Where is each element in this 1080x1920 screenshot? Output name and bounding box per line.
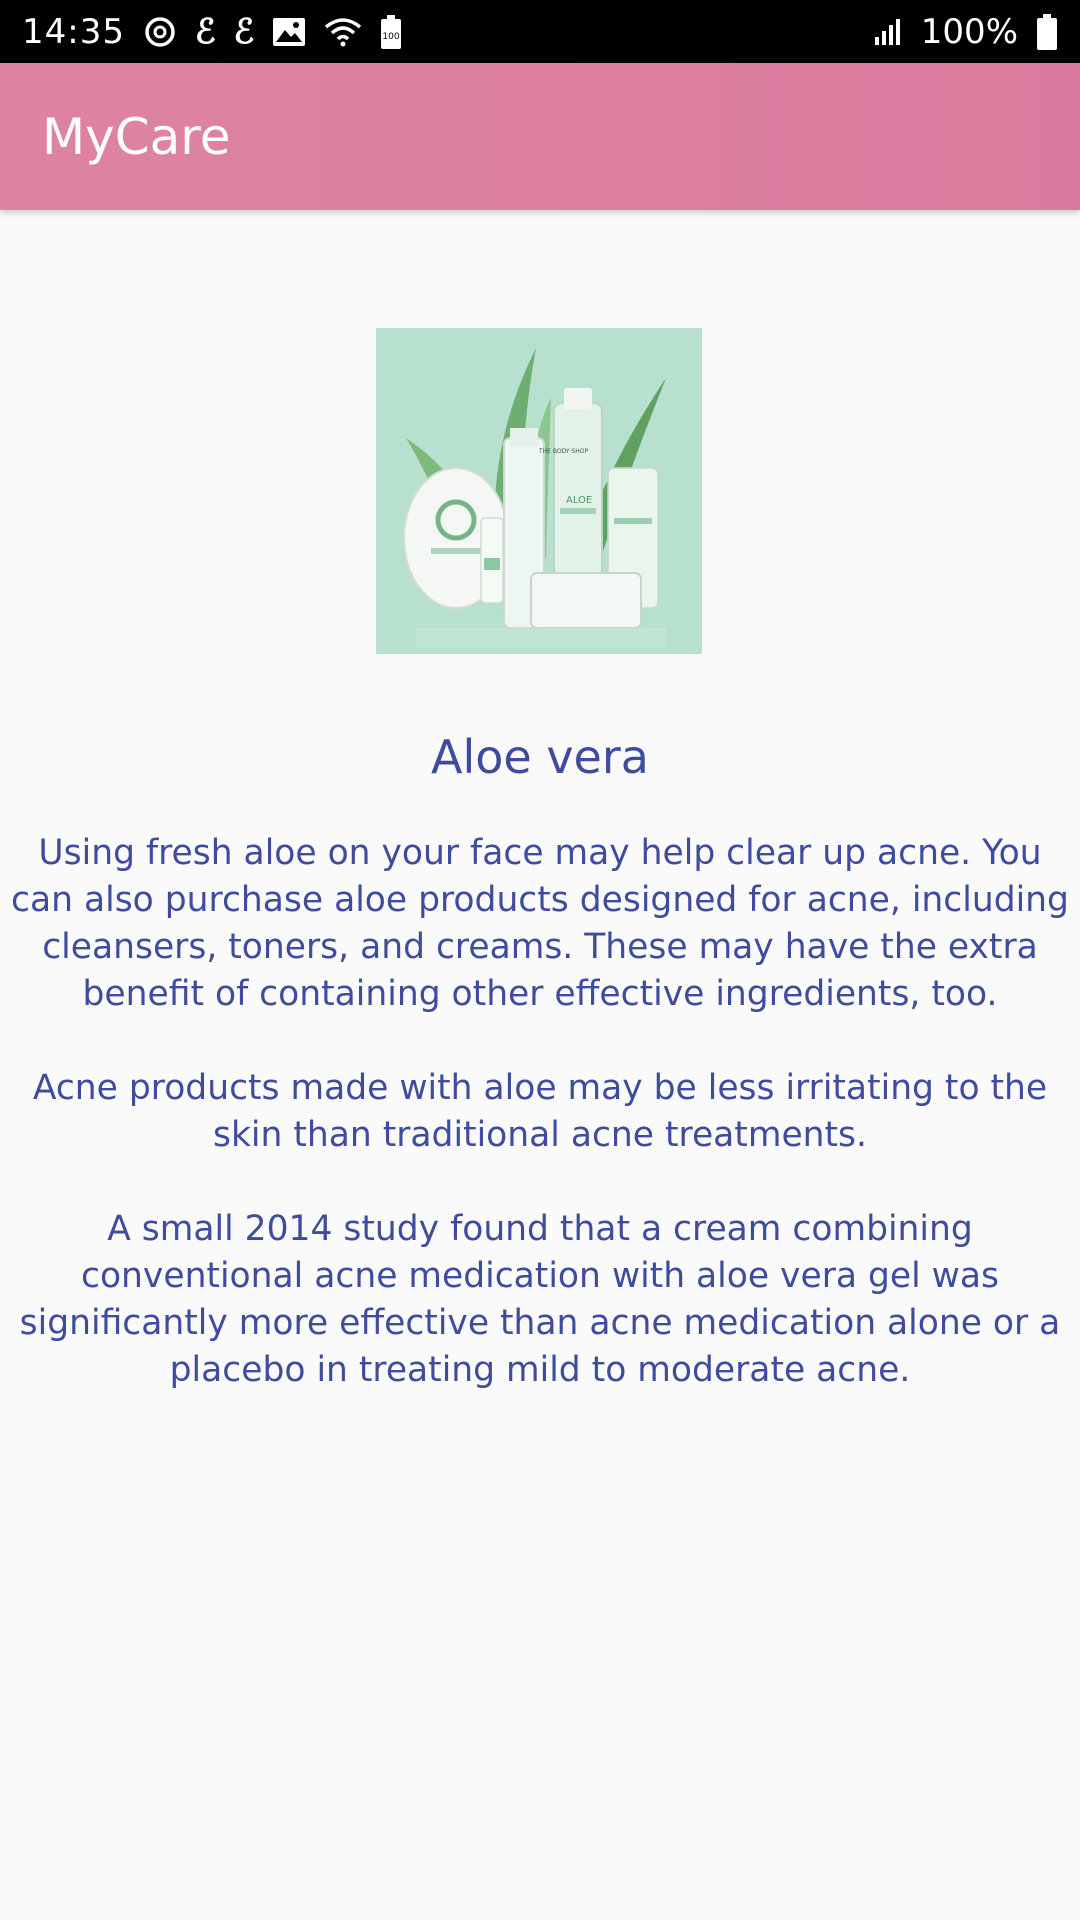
article-paragraph: A small 2014 study found that a cream co… — [19, 1209, 1061, 1390]
article-body: Using fresh aloe on your face may help c… — [6, 830, 1074, 1441]
battery-percent: 100% — [920, 11, 1018, 52]
sync-icon — [143, 12, 177, 52]
app-title: MyCare — [42, 107, 231, 166]
article-title: Aloe vera — [431, 730, 649, 784]
e-icon: ℰ — [194, 11, 216, 52]
status-left: 14:35 ℰ ℰ 100 — [22, 12, 402, 52]
article-paragraph: Acne products made with aloe may be less… — [32, 1068, 1048, 1155]
app-bar: MyCare — [0, 63, 1080, 210]
brand-line: THE BODY SHOP — [538, 448, 589, 455]
status-right: 100% — [873, 12, 1058, 52]
image-icon — [272, 12, 306, 52]
battery-saver-label: 100 — [383, 32, 400, 42]
signal-icon — [873, 12, 903, 52]
brand-aloe: ALOE — [566, 495, 592, 506]
status-bar: 14:35 ℰ ℰ 100 100% — [0, 0, 1080, 63]
e-icon: ℰ — [233, 11, 255, 52]
article-paragraph: Using fresh aloe on your face may help c… — [11, 833, 1069, 1014]
aloe-product-image: THE BODY SHOP ALOE — [376, 328, 702, 654]
battery-saver-icon: 100 — [380, 12, 402, 52]
article-content: THE BODY SHOP ALOE Aloe vera Using fresh… — [0, 210, 1080, 1920]
battery-icon — [1036, 12, 1058, 52]
wifi-icon — [324, 12, 362, 52]
status-time: 14:35 — [22, 11, 125, 52]
